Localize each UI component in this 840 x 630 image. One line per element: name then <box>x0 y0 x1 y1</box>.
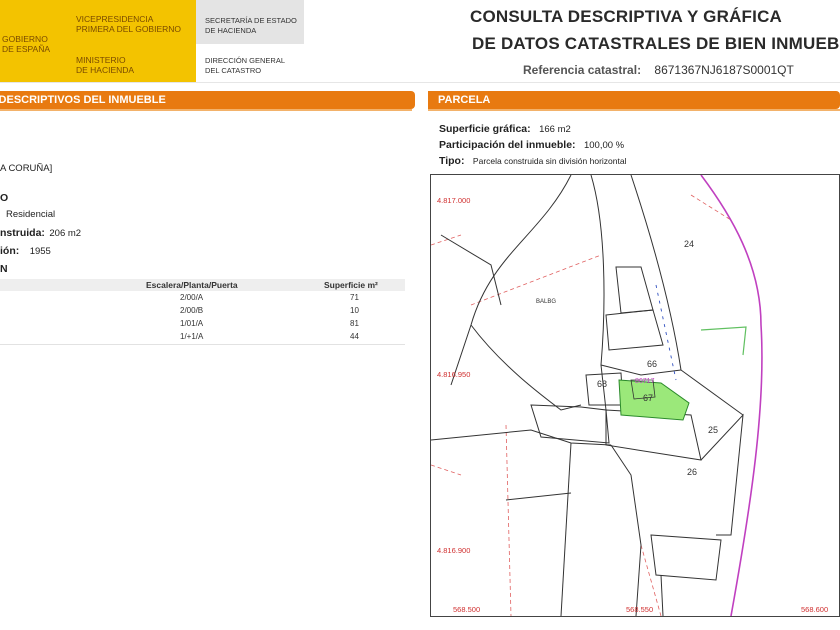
magenta-boundary-line <box>700 175 763 616</box>
anio-construccion-row: ión: 1955 <box>0 241 51 259</box>
parcel-number: 67 <box>643 393 653 403</box>
uso-value: Residencial <box>6 209 56 220</box>
document-title-line-1: CONSULTA DESCRIPTIVA Y GRÁFICA <box>470 7 783 26</box>
anio-construccion-label: ión: <box>0 245 20 257</box>
superficie-construida-value: 206 m2 <box>49 228 82 239</box>
parcel-line <box>605 309 664 351</box>
parcel-line <box>650 534 722 581</box>
superficie-construida-row: nstruida: 206 m2 <box>0 223 81 241</box>
secretaria-text: SECRETARÍA DE ESTADO DE HACIENDA <box>205 16 297 36</box>
direccion-line-1: DIRECCIÓN GENERAL <box>205 56 286 65</box>
parcel-line <box>470 324 582 411</box>
tipo-value: Parcela construida sin división horizont… <box>472 156 627 166</box>
participacion-value: 100,00 % <box>583 140 625 151</box>
participacion-label: Participación del inmueble: <box>439 139 576 151</box>
coord-x-label: 568.500 <box>453 605 480 614</box>
section-bar-parcela: PARCELA <box>428 91 840 109</box>
anio-construccion-value: 1955 <box>29 246 51 257</box>
red-dash-line <box>470 254 602 306</box>
section-bar-shadow-left <box>0 109 412 111</box>
col-escalera-header: Escalera/Planta/Puerta <box>146 280 238 290</box>
table-cell-escalera: 1/+1/A <box>180 332 204 341</box>
vicepresidencia-text: VICEPRESIDENCIA PRIMERA DEL GOBIERNO <box>76 14 181 34</box>
parcel-line <box>505 492 572 501</box>
referencia-value: 8671367NJ6187S0001QT <box>654 63 794 77</box>
parcel-line <box>615 266 654 314</box>
coord-y-label: 4.817.000 <box>437 196 470 205</box>
parcel-number: 26 <box>687 467 697 477</box>
section-title-datos: DATOS DESCRIPTIVOS DEL INMUEBLE <box>0 94 166 106</box>
tipo-row: Tipo: Parcela construida sin división ho… <box>439 151 626 169</box>
red-dash-line <box>431 464 462 476</box>
secretaria-line-2: DE HACIENDA <box>205 26 257 35</box>
section-title-parcela: PARCELA <box>438 94 491 106</box>
direccion-text: DIRECCIÓN GENERAL DEL CATASTRO <box>205 56 285 76</box>
superficie-grafica-value: 166 m2 <box>539 124 571 135</box>
coord-x-label: 568.550 <box>626 605 653 614</box>
parcel-number: 24 <box>684 239 694 249</box>
table-bottom-rule <box>0 344 405 345</box>
direccion-line-2: DEL CATASTRO <box>205 66 262 75</box>
parcel-reference-label: 86717 <box>635 378 655 385</box>
table-cell-escalera: 2/00/B <box>180 306 204 315</box>
construccion-fragment: N <box>0 263 8 275</box>
section-bar-datos-descriptivos: DATOS DESCRIPTIVOS DEL INMUEBLE <box>0 91 415 109</box>
parcel-boundaries <box>431 175 744 616</box>
vicepresidencia-line-2: PRIMERA DEL GOBIERNO <box>76 24 182 34</box>
ministerio-line-1: MINISTERIO <box>76 55 126 65</box>
header-divider <box>0 82 840 83</box>
referencia-catastral: Referencia catastral: 8671367NJ6187S0001… <box>523 63 794 77</box>
construccion-table-header: Escalera/Planta/Puerta Superficie m² <box>0 279 405 291</box>
green-line <box>700 326 747 356</box>
table-cell-superficie: 10 <box>350 306 359 315</box>
parcel-line <box>450 175 572 386</box>
superficie-grafica-label: Superficie gráfica: <box>439 123 531 135</box>
table-row: 1/+1/A 44 <box>0 332 405 342</box>
table-cell-superficie: 81 <box>350 319 359 328</box>
ministerio-text: MINISTERIO DE HACIENDA <box>76 55 134 75</box>
table-cell-escalera: 1/01/A <box>180 319 204 328</box>
parcel-line <box>560 442 572 616</box>
cadastral-map[interactable]: 4.817.000 4.816.950 4.816.900 568.500 56… <box>430 174 840 617</box>
cadastral-map-svg: 4.817.000 4.816.950 4.816.900 568.500 56… <box>431 175 828 616</box>
parcel-line <box>440 234 502 306</box>
coord-x-label: 568.600 <box>801 605 828 614</box>
table-row: 2/00/A 71 <box>0 293 405 303</box>
table-row: 1/01/A 81 <box>0 319 405 329</box>
red-dash-line <box>690 194 732 221</box>
parcel-line <box>530 404 610 444</box>
parcel-number: BALBG <box>536 299 556 305</box>
logo-line-1: GOBIERNO <box>2 34 48 44</box>
logo-line-2: DE ESPAÑA <box>2 44 51 54</box>
red-dash-line <box>505 424 512 616</box>
table-row: 2/00/B 10 <box>0 306 405 316</box>
parcel-line <box>630 175 682 371</box>
secretaria-line-1: SECRETARÍA DE ESTADO <box>205 16 297 25</box>
parcel-line <box>660 574 664 616</box>
section-bar-shadow-right <box>428 109 840 111</box>
col-superficie-header: Superficie m² <box>324 280 378 290</box>
parcel-numbers: 24 BALBG 66 68 67 25 26 86717 <box>536 239 718 477</box>
parcel-number: 25 <box>708 425 718 435</box>
coord-y-label: 4.816.900 <box>437 546 470 555</box>
parcel-line <box>680 369 744 416</box>
vicepresidencia-line-1: VICEPRESIDENCIA <box>76 14 154 24</box>
parcel-number: 68 <box>597 379 607 389</box>
red-dash-line <box>431 234 462 246</box>
clase-fragment: O <box>0 192 9 204</box>
ministerio-line-2: DE HACIENDA <box>76 65 135 75</box>
table-cell-superficie: 71 <box>350 293 359 302</box>
table-cell-escalera: 2/00/A <box>180 293 204 302</box>
superficie-construida-label: nstruida: <box>0 227 45 239</box>
document-title-line-2: DE DATOS CATASTRALES DE BIEN INMUEBLE <box>472 34 840 53</box>
localizacion-fragment: A CORUÑA] <box>0 163 53 174</box>
tipo-label: Tipo: <box>439 155 465 167</box>
coord-y-label: 4.816.950 <box>437 370 470 379</box>
table-cell-superficie: 44 <box>350 332 359 341</box>
parcel-line <box>431 429 612 446</box>
referencia-label: Referencia catastral: <box>523 63 642 77</box>
parcel-line <box>610 444 642 616</box>
logo-text: GOBIERNO DE ESPAÑA <box>2 34 50 54</box>
parcel-number: 66 <box>647 359 657 369</box>
